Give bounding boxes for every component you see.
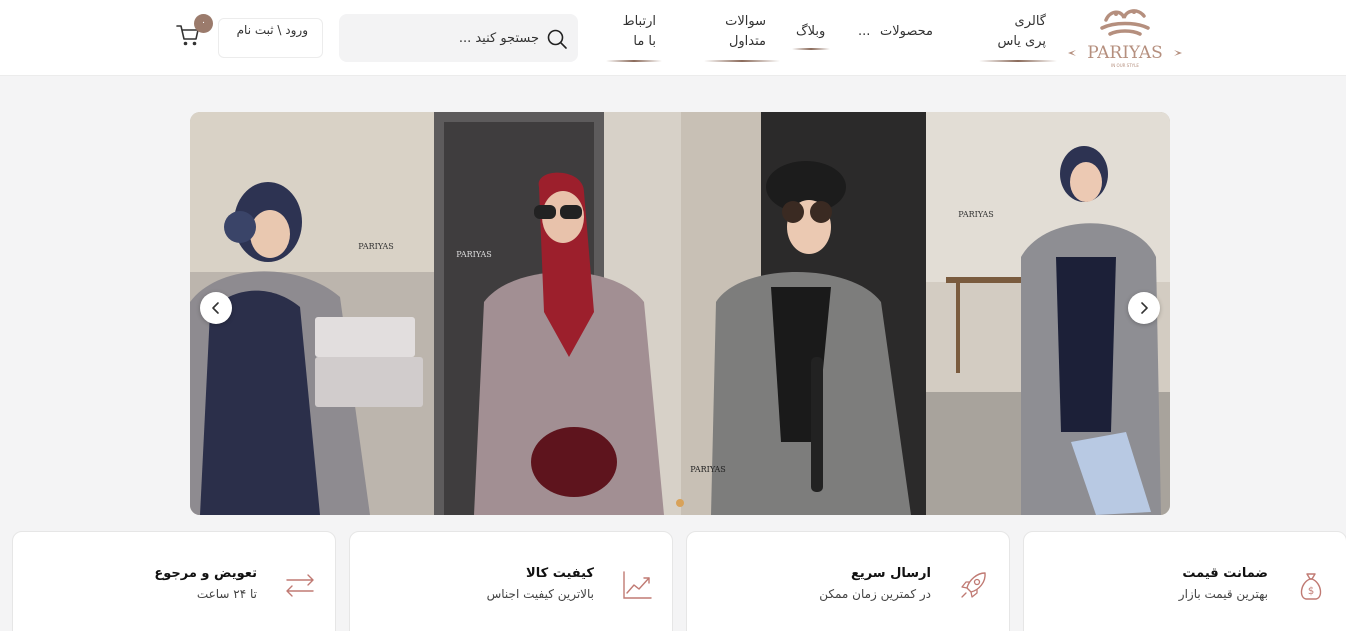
feature-subtitle: بالاترین کیفیت اجناس [486,587,594,601]
nav-blog-label: وبلاگ [796,24,826,39]
feature-fast-shipping: ارسال سریع در کمترین زمان ممکن [686,531,1010,631]
nav-more-label: ... [858,24,871,39]
feature-product-quality: کیفیت کالا بالاترین کیفیت اجناس [349,531,673,631]
rocket-icon [957,568,991,602]
nav-faq[interactable]: سوالات متداول [704,12,780,62]
feature-title: کیفیت کالا [526,566,594,581]
feature-return-exchange: تعویض و مرجوع تا ۲۴ ساعت [12,531,336,631]
money-bag-icon: $ [1294,568,1328,602]
search-box [339,14,578,62]
slider-dot-active[interactable] [676,499,684,507]
cart-button[interactable]: ۰ [175,14,215,52]
site-header: PARIYAS IN OUR STYLE گالری پری یاس محصول… [0,0,1346,76]
feature-subtitle: بهترین قیمت بازار [1178,587,1268,601]
cart-count-badge: ۰ [194,14,213,33]
nav-blog[interactable]: وبلاگ [791,22,830,50]
login-register-label: ورود \ ثبت نام [236,23,308,37]
chevron-left-icon [212,302,219,314]
model-photo-2: PARIYAS [434,112,681,515]
chevron-right-icon [1141,302,1148,314]
logo-tagline: IN OUR STYLE [1111,63,1139,68]
search-icon[interactable] [545,27,569,51]
feature-title: تعویض و مرجوع [154,566,257,581]
login-register-button[interactable]: ورود \ ثبت نام [218,18,323,58]
svg-text:$: $ [1308,586,1314,597]
feature-subtitle: تا ۲۴ ساعت [196,587,257,601]
brand-stamp: PARIYAS [456,250,492,259]
pariyas-logo[interactable]: PARIYAS IN OUR STYLE [1066,6,1184,68]
nav-contact[interactable]: ارتباط با ما [606,12,662,62]
brand-stamp: PARIYAS [358,242,394,251]
feature-price-guarantee: $ ضمانت قیمت بهترین قیمت بازار [1023,531,1346,631]
nav-gallery[interactable]: گالری پری یاس [979,12,1057,62]
slide-panel-3: PARIYAS [681,112,926,515]
nav-more[interactable]: ... [858,22,870,42]
search-input[interactable] [349,22,539,54]
nav-gallery-label: گالری پری یاس [997,14,1046,49]
brand-stamp: PARIYAS [690,465,726,474]
feature-title: ضمانت قیمت [1182,566,1268,581]
slide-panel-2: PARIYAS [434,112,681,515]
slider-prev-button[interactable] [200,292,232,324]
nav-products[interactable]: محصولات [880,22,933,42]
brand-stamp: PARIYAS [958,210,994,219]
nav-faq-label: سوالات متداول [725,14,766,49]
hero-slider[interactable]: PARIYAS PARIYAS PARIYAS PARIYAS [190,112,1170,515]
exchange-arrows-icon [283,568,317,602]
nav-products-label: محصولات [880,24,933,39]
slider-next-button[interactable] [1128,292,1160,324]
trend-chart-icon [620,568,654,602]
feature-subtitle: در کمترین زمان ممکن [819,587,931,601]
model-photo-3: PARIYAS [681,112,926,515]
logo-wordmark: PARIYAS [1087,43,1163,63]
feature-title: ارسال سریع [850,566,931,581]
nav-contact-label: ارتباط با ما [622,14,656,49]
